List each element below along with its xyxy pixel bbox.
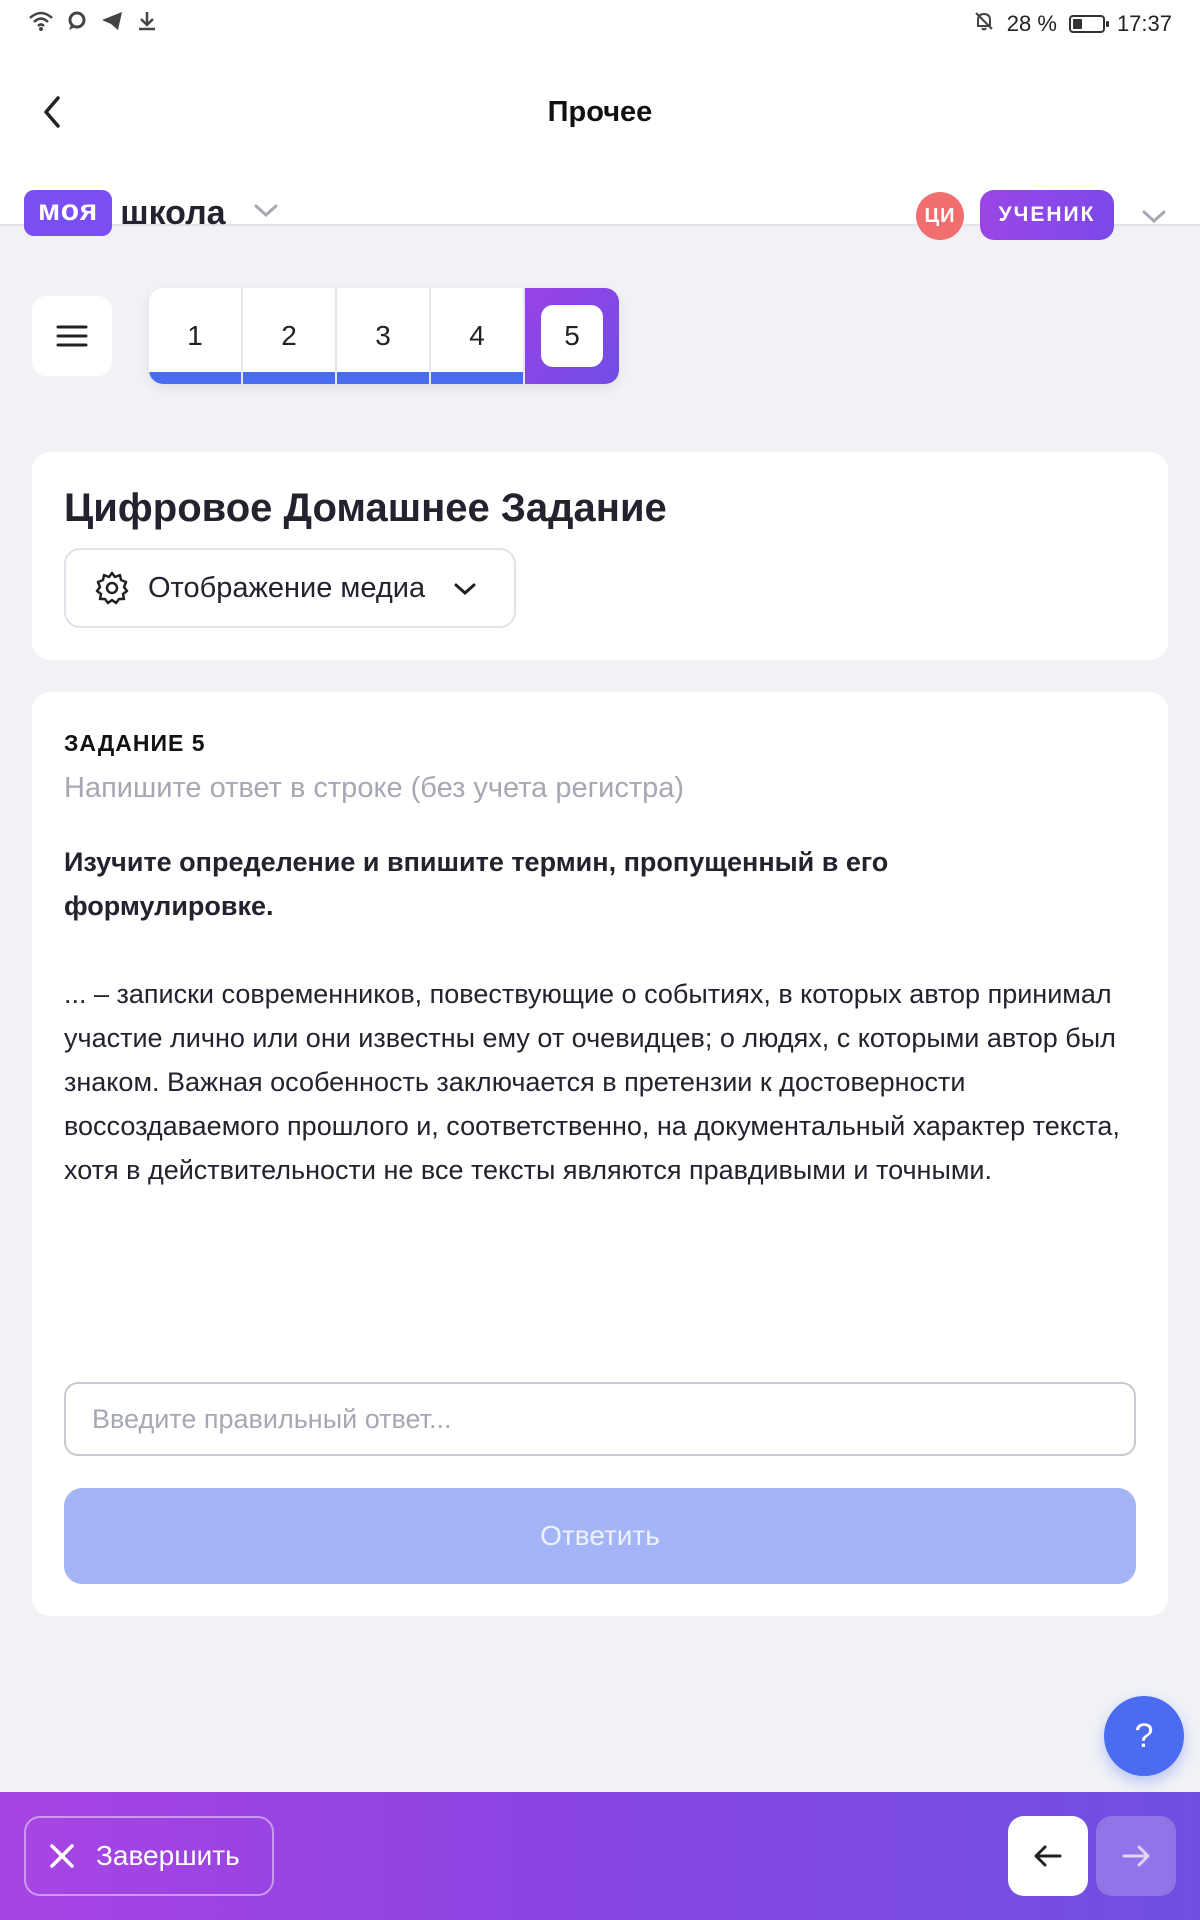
task-tab-5[interactable]: 5 [525,288,619,384]
task-tab-2[interactable]: 2 [243,288,337,384]
task-card: ЗАДАНИЕ 5 Напишите ответ в строке (без у… [32,692,1168,1616]
task-tab-1[interactable]: 1 [149,288,243,384]
task-tab-4[interactable]: 4 [431,288,525,384]
arrow-right-icon [1122,1845,1150,1867]
battery-percent: 28 % [1006,11,1057,36]
task-hint: Напишите ответ в строке (без учета регис… [64,772,685,804]
logo-moya: моя [24,190,113,236]
finish-label: Завершить [96,1840,240,1871]
battery-fill [1072,19,1082,29]
next-task-button[interactable] [1096,1816,1176,1896]
finish-button[interactable]: Завершить [24,1816,274,1896]
chat-icon [66,10,88,38]
status-bar: 28 % 17:37 [0,0,1200,48]
assignment-card: Цифровое Домашнее Задание Отображение ме… [32,452,1168,660]
task-question: Изучите определение и впишите термин, пр… [64,847,889,921]
profile-chevron-down-icon[interactable] [1140,208,1168,231]
hamburger-icon [56,325,88,347]
task-tab-5-label: 5 [541,305,603,367]
chevron-down-icon[interactable] [252,202,280,225]
assignment-title: Цифровое Домашнее Задание [64,486,667,530]
task-number: ЗАДАНИЕ 5 [64,730,206,756]
previous-task-button[interactable] [1008,1816,1088,1896]
gear-icon [95,571,129,605]
wifi-icon [28,10,54,38]
menu-button[interactable] [32,296,112,376]
answer-input[interactable] [64,1382,1136,1456]
status-left-icons [28,10,158,38]
clock: 17:37 [1116,11,1172,36]
close-icon [50,1844,74,1868]
task-text: ... – записки современников, повествующи… [64,979,1120,1185]
page-title: Прочее [547,96,653,128]
media-display-dropdown[interactable]: Отображение медиа [64,548,516,628]
bell-off-icon [973,10,995,38]
status-right: 28 % 17:37 [973,10,1172,38]
bottom-bar: Завершить [0,1792,1200,1920]
media-display-label: Отображение медиа [148,571,426,604]
logo-shkola: школа [120,193,226,232]
telegram-icon [100,10,124,38]
battery-icon [1068,15,1109,33]
task-tabs: 1 2 3 4 5 [149,288,619,384]
app-header: Прочее моя школа ЦИ УЧЕНИК [0,48,1200,240]
logo[interactable]: моя школа [24,190,280,236]
avatar[interactable]: ЦИ [916,192,964,240]
arrow-left-icon [1034,1845,1062,1867]
task-tab-3[interactable]: 3 [337,288,431,384]
help-button[interactable]: ? [1104,1696,1184,1776]
submit-button[interactable]: Ответить [64,1488,1136,1584]
download-icon [136,10,158,38]
role-badge[interactable]: УЧЕНИК [980,190,1114,240]
chevron-down-icon [453,572,477,605]
